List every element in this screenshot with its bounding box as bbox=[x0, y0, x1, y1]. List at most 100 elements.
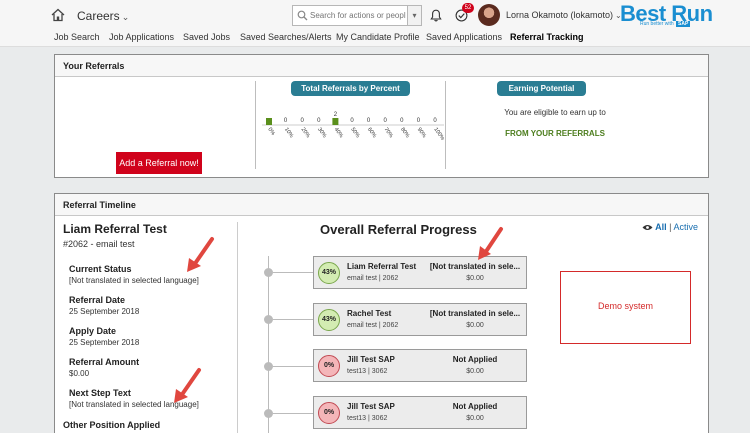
user-name: Lorna Okamoto (lokamoto) bbox=[506, 10, 614, 20]
card-status: Not Applied bbox=[452, 355, 498, 364]
nav-job-applications[interactable]: Job Applications bbox=[109, 32, 174, 42]
referral-card[interactable]: 43% Rachel Test email test | 2062 [Not t… bbox=[313, 303, 527, 336]
card-sub: email test | 2062 bbox=[347, 322, 399, 329]
top-header: Careers⌄ ▾ 52 Lorna Okamoto (lokamoto)⌄ … bbox=[0, 0, 750, 30]
nav-job-search[interactable]: Job Search bbox=[54, 32, 100, 42]
chart-tick-label: 80% bbox=[399, 127, 410, 140]
chart-bar bbox=[266, 118, 272, 125]
timeline-line bbox=[268, 256, 269, 433]
eligible-text: You are eligible to earn up to bbox=[504, 108, 606, 117]
timeline-dot bbox=[264, 362, 273, 371]
card-status: [Not translated in sele... bbox=[429, 309, 521, 318]
timeline-connector bbox=[273, 366, 313, 367]
chart-value-label: 0 bbox=[284, 118, 288, 124]
panel-title: Your Referrals bbox=[55, 55, 708, 77]
progress-badge: 0% bbox=[318, 355, 340, 377]
timeline-connector bbox=[273, 413, 313, 414]
chart-value-label: 0 bbox=[301, 118, 305, 124]
from-referrals-text: FROM YOUR REFERRALS bbox=[505, 129, 605, 138]
total-referrals-heading: Total Referrals by Percent bbox=[291, 81, 410, 96]
demo-system-note: Demo system bbox=[560, 271, 691, 344]
card-sub: test13 | 3062 bbox=[347, 368, 388, 375]
chart-tick-label: 90% bbox=[416, 127, 427, 140]
annotation-arrow-icon bbox=[174, 368, 201, 403]
card-name: Liam Referral Test bbox=[347, 262, 417, 271]
chart-tick-label: 40% bbox=[333, 127, 344, 140]
divider bbox=[445, 81, 446, 169]
chart-value-label: 0 bbox=[384, 118, 388, 124]
card-sub: test13 | 3062 bbox=[347, 415, 388, 422]
chart-value-label: 0 bbox=[317, 118, 321, 124]
progress-badge: 43% bbox=[318, 262, 340, 284]
chart-bar bbox=[332, 118, 339, 125]
search-input[interactable] bbox=[310, 7, 406, 24]
nav-saved-searches[interactable]: Saved Searches/Alerts bbox=[240, 32, 332, 42]
chart-value-label: 0 bbox=[433, 118, 437, 124]
filter-active-link[interactable]: Active bbox=[673, 222, 698, 232]
card-status: Not Applied bbox=[452, 402, 498, 411]
chart-value-label: 2 bbox=[334, 112, 338, 118]
avatar[interactable] bbox=[478, 4, 500, 26]
chart-value-label: 0 bbox=[367, 118, 371, 124]
referral-card[interactable]: 0% Jill Test SAP test13 | 3062 Not Appli… bbox=[313, 349, 527, 382]
panel-title: Referral Timeline bbox=[55, 194, 708, 216]
other-position-label: Other Position Applied bbox=[63, 420, 161, 430]
timeline-dot bbox=[264, 268, 273, 277]
annotation-arrow-icon bbox=[478, 227, 503, 260]
field-value-referral-amount: $0.00 bbox=[69, 369, 90, 378]
chart-tick-label: 30% bbox=[316, 127, 327, 140]
chevron-down-icon: ⌄ bbox=[121, 12, 130, 22]
company-logo: Best Run Run better with SAP bbox=[620, 1, 730, 29]
overall-progress-title: Overall Referral Progress bbox=[320, 222, 477, 237]
card-name: Jill Test SAP bbox=[347, 402, 395, 411]
card-amount: $0.00 bbox=[466, 368, 484, 375]
field-label-referral-date: Referral Date bbox=[69, 295, 126, 305]
card-name: Jill Test SAP bbox=[347, 355, 395, 364]
search-dropdown-button[interactable]: ▾ bbox=[407, 6, 421, 25]
brand-tagline: Run better with SAP bbox=[640, 21, 691, 27]
chart-tick-label: 10% bbox=[283, 127, 294, 140]
chart-tick-label: 0% bbox=[266, 127, 276, 137]
filter-all-link[interactable]: All bbox=[655, 222, 667, 232]
filter-separator: | bbox=[669, 222, 672, 232]
timeline-connector bbox=[273, 319, 313, 320]
search-box: ▾ bbox=[292, 5, 422, 26]
referrals-by-percent-chart: 0% 0 10% 0 20% 0 30% 2 40% 0 50% 0 60% 0 70% 0 80% 0 90% 0 1… bbox=[262, 112, 444, 142]
card-amount: $0.00 bbox=[466, 275, 484, 282]
notification-badge: 52 bbox=[462, 3, 474, 13]
add-referral-button[interactable]: Add a Referral now! bbox=[116, 152, 202, 174]
field-value-referral-date: 25 September 2018 bbox=[69, 307, 140, 316]
timeline-dot bbox=[264, 315, 273, 324]
nav-saved-applications[interactable]: Saved Applications bbox=[426, 32, 502, 42]
candidate-sub: #2062 - email test bbox=[63, 239, 135, 249]
candidate-name: Liam Referral Test bbox=[63, 222, 167, 236]
search-icon bbox=[297, 10, 308, 21]
nav-candidate-profile[interactable]: My Candidate Profile bbox=[336, 32, 420, 42]
user-menu[interactable]: Lorna Okamoto (lokamoto) ⌄ bbox=[506, 10, 622, 20]
referral-card[interactable]: 0% Jill Test SAP test13 | 3062 Not Appli… bbox=[313, 396, 527, 429]
field-label-referral-amount: Referral Amount bbox=[69, 357, 140, 367]
field-label-next-step: Next Step Text bbox=[69, 388, 131, 398]
filter-toggle: All | Active bbox=[642, 222, 698, 232]
divider bbox=[237, 222, 238, 433]
timeline-connector bbox=[273, 272, 313, 273]
divider bbox=[255, 81, 256, 169]
nav-referral-tracking[interactable]: Referral Tracking bbox=[510, 32, 584, 42]
field-value-current-status: [Not translated in selected language] bbox=[69, 276, 199, 285]
eye-icon bbox=[642, 225, 653, 231]
earning-potential-heading: Earning Potential bbox=[497, 81, 586, 96]
progress-badge: 43% bbox=[318, 309, 340, 331]
app-menu[interactable]: Careers ⌄ bbox=[77, 9, 129, 23]
chart-tick-label: 50% bbox=[349, 127, 360, 140]
nav-saved-jobs[interactable]: Saved Jobs bbox=[183, 32, 230, 42]
chart-tick-label: 70% bbox=[383, 127, 394, 140]
annotation-arrow-icon bbox=[187, 237, 214, 272]
card-amount: $0.00 bbox=[466, 322, 484, 329]
chart-value-label: 0 bbox=[400, 118, 404, 124]
field-value-apply-date: 25 September 2018 bbox=[69, 338, 140, 347]
bell-icon[interactable] bbox=[430, 9, 442, 22]
main-nav: Job Search Job Applications Saved Jobs S… bbox=[0, 30, 750, 47]
home-icon[interactable] bbox=[51, 8, 65, 22]
chart-tick-label: 60% bbox=[366, 127, 377, 140]
card-status: [Not translated in sele... bbox=[429, 262, 521, 271]
